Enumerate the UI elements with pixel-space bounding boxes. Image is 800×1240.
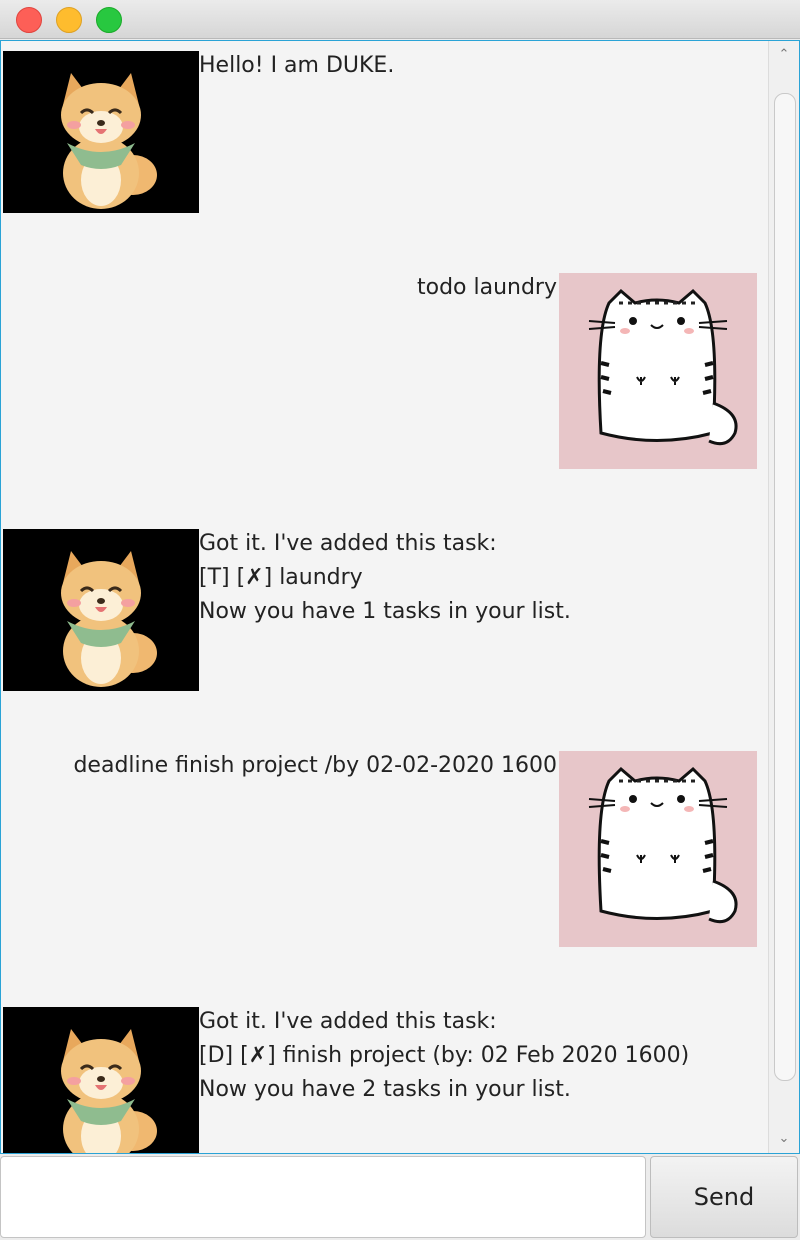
- dialog-scroll-pane[interactable]: Hello! I am DUKE. todo laundry Got it. I…: [0, 40, 800, 1154]
- scroll-up-icon[interactable]: ⌃: [776, 47, 792, 63]
- duke-message-text: Hello! I am DUKE.: [199, 49, 394, 83]
- message-line: todo laundry: [416, 275, 557, 300]
- user-message-text: deadline finish project /by 02-02-2020 1…: [73, 749, 557, 783]
- message-line: deadline finish project /by 02-02-2020 1…: [73, 753, 557, 778]
- scrollbar-thumb[interactable]: [774, 93, 796, 1081]
- duke-dialog-row: Hello! I am DUKE.: [1, 49, 767, 213]
- duke-dialog-row: Got it. I've added this task: [T] [✗] la…: [1, 527, 767, 691]
- dialog-container: Hello! I am DUKE. todo laundry Got it. I…: [1, 41, 767, 1153]
- user-message-text: todo laundry: [417, 271, 557, 305]
- close-window-button[interactable]: [16, 7, 42, 33]
- message-line: [D] [✗] finish project (by: 02 Feb 2020 …: [199, 1043, 690, 1068]
- duke-dialog-row: Got it. I've added this task: [D] [✗] fi…: [1, 1005, 767, 1153]
- message-line: Got it. I've added this task:: [199, 1009, 497, 1034]
- maximize-window-button[interactable]: [96, 7, 122, 33]
- user-dialog-row: deadline finish project /by 02-02-2020 1…: [1, 749, 767, 947]
- white-cat-icon: [559, 273, 757, 469]
- window-titlebar: [0, 0, 800, 39]
- message-line: Got it. I've added this task:: [199, 531, 497, 556]
- shiba-dog-icon: [3, 1007, 199, 1153]
- vertical-scrollbar[interactable]: ⌃ ⌄: [768, 41, 799, 1153]
- shiba-dog-icon: [3, 51, 199, 213]
- user-dialog-row: todo laundry: [1, 271, 767, 469]
- minimize-window-button[interactable]: [56, 7, 82, 33]
- message-line: Now you have 1 tasks in your list.: [199, 599, 571, 624]
- white-cat-icon: [559, 751, 757, 947]
- shiba-dog-icon: [3, 529, 199, 691]
- scroll-down-icon[interactable]: ⌄: [776, 1131, 792, 1147]
- send-button[interactable]: Send: [650, 1156, 798, 1238]
- message-line: [T] [✗] laundry: [199, 565, 363, 590]
- message-line: Now you have 2 tasks in your list.: [199, 1077, 571, 1102]
- user-input-field[interactable]: [0, 1156, 646, 1238]
- duke-message-text: Got it. I've added this task: [T] [✗] la…: [199, 527, 571, 629]
- duke-message-text: Got it. I've added this task: [D] [✗] fi…: [199, 1005, 689, 1107]
- message-line: Hello! I am DUKE.: [199, 53, 395, 78]
